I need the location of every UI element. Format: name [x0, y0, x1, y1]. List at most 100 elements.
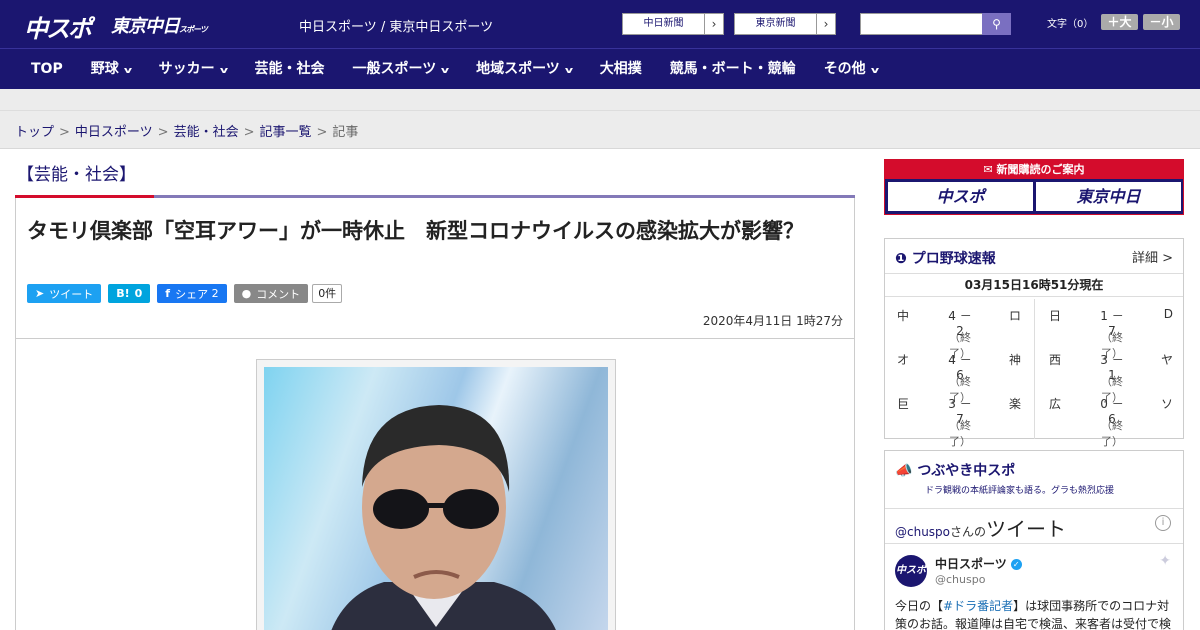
tweet-label: ツイート — [49, 287, 94, 301]
chevron-right-icon: › — [711, 17, 717, 31]
nav-item-entertainment[interactable]: 芸能・社会 — [240, 49, 338, 89]
nav-label: 一般スポーツ — [352, 61, 437, 77]
font-smaller-button[interactable]: －小 — [1143, 14, 1180, 30]
breadcrumb-sep: > — [316, 125, 328, 140]
nav-item-general-sports[interactable]: 一般スポーツ v — [338, 49, 462, 89]
font-bigger-button[interactable]: ＋大 — [1101, 14, 1138, 30]
article-headline: タモリ倶楽部「空耳アワー」が一時休止 新型コロナウイルスの感染拡大が影響？ — [27, 219, 804, 243]
baseball-title: ❶ プロ野球速報 — [895, 248, 996, 268]
nav-label: TOP — [31, 61, 63, 77]
subscription-banner: ✉ 新聞購読のご案内 中スポ 東京中日 — [884, 159, 1184, 215]
hatena-icon: B! — [116, 287, 130, 300]
game-row[interactable]: オ4 － 6 神（終了） — [885, 343, 1035, 404]
article-photo[interactable] — [256, 359, 616, 630]
home-team: 広 — [1049, 397, 1062, 411]
breadcrumb-sep: > — [59, 125, 70, 140]
share-bar: ➤ ツイート B! 0 f シェア 2 ● コメント 0件 — [27, 284, 343, 303]
chevron-down-icon: v — [870, 66, 879, 76]
tokyo-shimbun-link[interactable]: 東京新聞 › — [734, 13, 836, 35]
nav-item-top[interactable]: TOP — [0, 49, 77, 89]
facebook-label: シェア — [175, 287, 209, 301]
game-row[interactable]: 西3 － 1 ヤ（終了） — [1037, 343, 1187, 404]
breadcrumb-current: 記事 — [332, 125, 359, 140]
search-box: ⚲ — [860, 13, 1011, 35]
nav-item-baseball[interactable]: 野球 v — [77, 49, 145, 89]
away-team: ソ — [1160, 397, 1173, 411]
game-row[interactable]: 広0 － 6 ソ（終了） — [1037, 387, 1187, 448]
nav-item-local-sports[interactable]: 地域スポーツ v — [462, 49, 586, 89]
top-header: 中スポ 東京中日スポーツ 中日スポーツ / 東京中日スポーツ 中日新聞 › 東京… — [0, 0, 1200, 49]
account-name-text: 中日スポーツ — [935, 557, 1007, 571]
away-team: ヤ — [1160, 353, 1173, 367]
tweet-account-name[interactable]: 中日スポーツ ✓ — [935, 555, 1022, 572]
twitter-divider — [885, 543, 1183, 544]
score-column-right: 日1 － 7 D （終了） 西3 － 1 ヤ（終了） 広0 － 6 ソ（終了） — [1037, 299, 1187, 448]
comment-count: 0件 — [312, 284, 343, 303]
site-tagline: 中日スポーツ / 東京中日スポーツ — [299, 20, 494, 35]
facebook-count: 2 — [211, 287, 219, 300]
breadcrumb-sep: > — [243, 125, 255, 140]
twitter-bird-icon[interactable]: ✦ — [1159, 553, 1171, 569]
chunichi-shimbun-link[interactable]: 中日新聞 › — [622, 13, 724, 35]
game-status: （終了） — [949, 419, 971, 448]
home-team: 巨 — [897, 397, 910, 411]
chuspo-logo[interactable]: 中スポ — [24, 9, 92, 44]
search-input[interactable] — [860, 13, 982, 35]
breadcrumb-link[interactable]: 中日スポーツ — [75, 125, 153, 140]
game-row[interactable]: 日1 － 7 D （終了） — [1037, 299, 1187, 360]
breadcrumb-link[interactable]: トップ — [15, 125, 54, 140]
nav-item-sumo[interactable]: 大相撲 — [586, 49, 656, 89]
nav-item-other[interactable]: その他 v — [810, 49, 892, 89]
nav-label: 競馬・ボート・競輪 — [669, 61, 796, 77]
section-title: 【芸能・社会】 — [17, 165, 136, 185]
nav-label: 地域スポーツ — [476, 61, 560, 77]
nav-label: 大相撲 — [599, 61, 642, 77]
comment-icon: ● — [241, 287, 252, 300]
tokyo-chunichi-logo[interactable]: 東京中日スポーツ — [111, 12, 208, 38]
tokyo-logo-small: スポーツ — [179, 25, 208, 34]
tweet-button[interactable]: ➤ ツイート — [27, 284, 102, 303]
home-team: 日 — [1049, 309, 1062, 323]
twitter-title-text: つぶやき中スポ — [917, 463, 1016, 479]
nav-item-racing[interactable]: 競馬・ボート・競輪 — [656, 49, 810, 89]
away-team: ロ — [1008, 309, 1021, 323]
hatena-count: 0 — [134, 287, 143, 300]
article-divider — [16, 338, 854, 339]
megaphone-icon: 📣 — [895, 463, 913, 479]
baseball-scores-box: ❶ プロ野球速報 詳細 > 03月15日16時51分現在 中4 － 2 ロ（終了）… — [884, 238, 1187, 448]
ext-link-label: 東京新聞 — [735, 14, 817, 34]
facebook-icon: f — [165, 287, 171, 300]
ext-link-label: 中日新聞 — [623, 14, 705, 34]
photo-image — [264, 367, 608, 630]
subscribe-tokyo-button[interactable]: 東京中日 — [1036, 182, 1181, 211]
breadcrumb-link[interactable]: 芸能・社会 — [174, 125, 239, 140]
chevron-down-icon: v — [219, 66, 228, 76]
tweet-account-handle[interactable]: @chuspo — [935, 573, 985, 586]
game-row[interactable]: 中4 － 2 ロ（終了） — [885, 299, 1035, 360]
comment-button[interactable]: ● コメント — [233, 284, 309, 303]
twitter-handle-link[interactable]: @chuspo — [895, 525, 950, 539]
font-size-label: 文字（0） — [1047, 19, 1094, 30]
breadcrumb-link[interactable]: 記事一覧 — [260, 125, 312, 140]
search-button[interactable]: ⚲ — [982, 13, 1011, 35]
facebook-share-button[interactable]: f シェア 2 — [157, 284, 227, 303]
away-team: 神 — [1008, 353, 1021, 367]
subscription-heading: ✉ 新聞購読のご案内 — [885, 160, 1183, 179]
info-icon[interactable]: i — [1155, 515, 1171, 531]
avatar[interactable]: 中スポ — [895, 555, 927, 587]
game-row[interactable]: 巨3 － 7 楽（終了） — [885, 387, 1035, 448]
score-column-left: 中4 － 2 ロ（終了） オ4 － 6 神（終了） 巨3 － 7 楽（終了） — [885, 299, 1035, 448]
game-status: （終了） — [1101, 419, 1123, 448]
chevron-right-icon: › — [823, 17, 829, 31]
nav-label: サッカー — [158, 61, 215, 77]
article-date: 2020年4月11日 1時27分 — [702, 314, 843, 328]
twitter-title: 📣 つぶやき中スポ — [895, 460, 1015, 480]
main-nav: TOP 野球 v サッカー v 芸能・社会 一般スポーツ v 地域スポーツ v 大相撲 … — [0, 49, 1200, 89]
subscribe-chuspo-button[interactable]: 中スポ — [888, 182, 1033, 211]
nav-item-soccer[interactable]: サッカー v — [145, 49, 241, 89]
tweet-text: 今日の【#ドラ番記者】は球団事務所でのコロナ対策のお話。報道陣は自宅で検温、来客… — [895, 597, 1175, 630]
baseball-more-link[interactable]: 詳細 > — [1132, 247, 1173, 266]
hatena-button[interactable]: B! 0 — [108, 284, 151, 303]
hashtag-link[interactable]: #ドラ番記者 — [943, 599, 1013, 613]
handle-suffix: さんの — [950, 525, 987, 539]
